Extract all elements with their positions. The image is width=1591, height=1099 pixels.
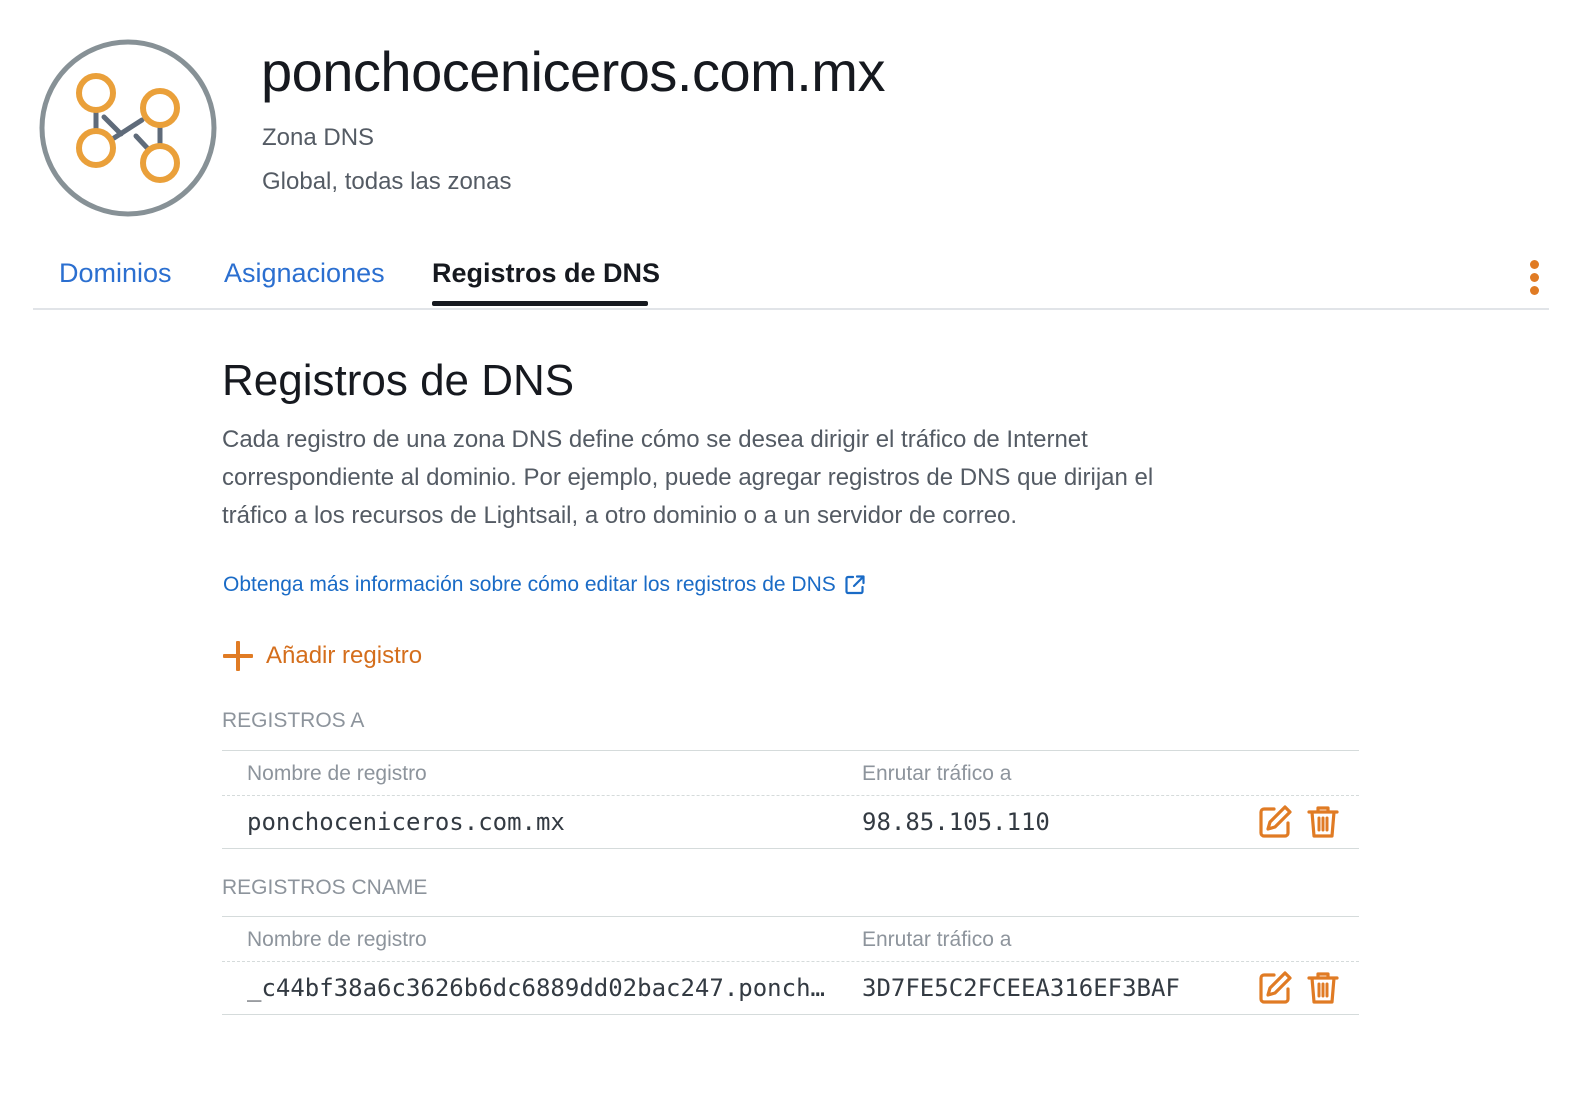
column-header-route-traffic: Enrutar tráfico a [862, 762, 1012, 785]
plus-icon [222, 640, 254, 672]
external-link-icon [845, 575, 865, 595]
zone-type-label: Zona DNS [262, 124, 375, 151]
zone-region-label: Global, todas las zonas [262, 168, 512, 195]
cname-records-table: Nombre de registro Enrutar tráfico a _c4… [222, 916, 1359, 1015]
add-record-label[interactable]: Añadir registro [266, 642, 422, 670]
tab-assignments[interactable]: Asignaciones [224, 258, 385, 289]
trash-icon[interactable] [1305, 970, 1341, 1006]
record-name-cell: ponchoceniceros.com.mx [247, 808, 565, 836]
active-tab-indicator [432, 301, 648, 306]
dns-zone-icon [39, 39, 217, 217]
column-header-route-traffic: Enrutar tráfico a [862, 928, 1012, 951]
cname-records-group-label: REGISTROS CNAME [222, 876, 428, 899]
tab-bar: Dominios Asignaciones Registros de DNS [33, 248, 1549, 310]
table-row: _c44bf38a6c3626b6dc6889dd02bac247.poncho… [222, 962, 1359, 1014]
row-actions [1257, 970, 1341, 1006]
edit-icon[interactable] [1257, 970, 1293, 1006]
table-header: Nombre de registro Enrutar tráfico a [222, 751, 1359, 796]
edit-icon[interactable] [1257, 804, 1293, 840]
row-actions [1257, 804, 1341, 840]
more-actions-kebab-icon[interactable] [1527, 260, 1541, 296]
column-header-record-name: Nombre de registro [247, 762, 427, 785]
record-name-cell: _c44bf38a6c3626b6dc6889dd02bac247.poncho… [247, 974, 827, 1002]
table-row: ponchoceniceros.com.mx 98.85.105.110 [222, 796, 1359, 848]
tab-dns-records[interactable]: Registros de DNS [432, 258, 660, 289]
tab-domains[interactable]: Dominios [59, 258, 172, 289]
trash-icon[interactable] [1305, 804, 1341, 840]
add-record-button[interactable]: Añadir registro [222, 636, 422, 676]
table-header: Nombre de registro Enrutar tráfico a [222, 917, 1359, 962]
a-records-group-label: REGISTROS A [222, 709, 365, 732]
record-target-cell: 3D7FE5C2FCEEA316EF3BAF [862, 974, 1180, 1002]
section-description: Cada registro de una zona DNS define cóm… [222, 426, 1154, 529]
a-records-table: Nombre de registro Enrutar tráfico a pon… [222, 750, 1359, 849]
section-title: Registros de DNS [222, 356, 575, 405]
record-target-cell: 98.85.105.110 [862, 808, 1050, 836]
page-title: ponchoceniceros.com.mx [261, 40, 885, 103]
column-header-record-name: Nombre de registro [247, 928, 427, 951]
learn-more-link-text[interactable]: Obtenga más información sobre cómo edita… [223, 573, 836, 597]
learn-more-link[interactable]: Obtenga más información sobre cómo edita… [223, 573, 866, 597]
